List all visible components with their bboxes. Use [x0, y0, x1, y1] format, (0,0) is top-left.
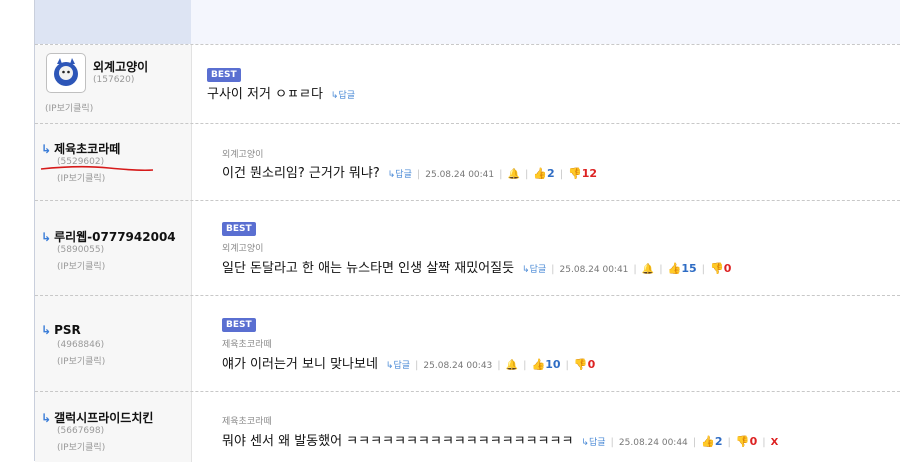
comment-row: ↳ 제육초코라떼 (5529602) (IP보기클릭) 외계고양이 이건 뭔소리임… — [35, 123, 900, 201]
comment-row: 외계고양이 (157620) (IP보기클릭) BEST 구사이 저거 ㅇㅍㄹ다… — [35, 44, 900, 124]
comment-date: 25.08.24 00:41 — [559, 265, 629, 275]
report-bell-icon[interactable]: 🔔 — [506, 360, 518, 371]
reply-arrow-icon: ↳ — [41, 323, 52, 337]
upvote-button[interactable]: 👍15 — [668, 262, 697, 275]
reply-button[interactable]: ↳답글 — [522, 262, 546, 275]
reply-target-nickname: 제육초코라떼 — [222, 417, 272, 427]
report-bell-icon[interactable]: 🔔 — [642, 264, 654, 275]
reply-button[interactable]: ↳답글 — [386, 358, 410, 371]
ip-view-link[interactable]: (IP보기클릭) — [57, 171, 105, 184]
downvote-button[interactable]: 👎12 — [568, 167, 597, 180]
upvote-button[interactable]: 👍10 — [532, 358, 561, 371]
author-id: (5667698) — [57, 426, 105, 436]
reply-target-nickname: 외계고양이 — [222, 244, 264, 254]
downvote-button[interactable]: 👎0 — [574, 358, 595, 371]
comment-row: ↳ PSR (4968846) (IP보기클릭) BEST 제육초코라떼 얘가 이… — [35, 295, 900, 392]
comment-text: 얘가 이러는거 보니 맞나보네 — [222, 357, 378, 372]
author-nickname[interactable]: ↳ PSR — [41, 323, 81, 337]
author-id: (5890055) — [57, 245, 105, 255]
downvote-button[interactable]: 👎0 — [710, 262, 731, 275]
reply-button[interactable]: ↳답글 — [331, 88, 355, 101]
avatar[interactable] — [46, 53, 86, 93]
best-badge: BEST — [222, 222, 256, 236]
reply-target-nickname: 외계고양이 — [222, 150, 264, 160]
ip-view-link[interactable]: (IP보기클릭) — [57, 354, 105, 367]
comment-text: 일단 돈달라고 한 애는 뉴스타면 인생 살짝 재밌어질듯 — [222, 261, 515, 276]
reply-button[interactable]: ↳답글 — [388, 167, 412, 180]
upvote-button[interactable]: 👍2 — [533, 167, 554, 180]
delete-button[interactable]: X — [771, 437, 779, 448]
comment-date: 25.08.24 00:44 — [618, 438, 688, 448]
best-badge: BEST — [207, 68, 241, 82]
best-badge: BEST — [222, 318, 256, 332]
upvote-button[interactable]: 👍2 — [701, 435, 722, 448]
reply-arrow-icon: ↳ — [41, 230, 52, 244]
ip-view-link[interactable]: (IP보기클릭) — [45, 101, 93, 114]
report-bell-icon[interactable]: 🔔 — [508, 169, 520, 180]
reply-arrow-icon: ↳ — [41, 411, 52, 425]
reply-target-nickname: 제육초코라떼 — [222, 340, 272, 350]
reply-arrow-icon: ↳ — [41, 142, 52, 156]
ip-view-link[interactable]: (IP보기클릭) — [57, 440, 105, 453]
downvote-button[interactable]: 👎0 — [736, 435, 757, 448]
author-nickname[interactable]: 외계고양이 — [93, 58, 148, 75]
comment-text: 이건 뭔소리임? 근거가 뭐냐? — [222, 166, 380, 181]
comment-date: 25.08.24 00:41 — [425, 170, 495, 180]
comment-row: ↳ 루리웹-0777942004 (5890055) (IP보기클릭) BEST … — [35, 200, 900, 296]
author-id: (4968846) — [57, 340, 105, 350]
author-id: (157620) — [93, 75, 135, 85]
ip-view-link[interactable]: (IP보기클릭) — [57, 259, 105, 272]
author-nickname[interactable]: ↳ 갤럭시프라이드치킨 — [41, 409, 153, 426]
comment-text: 뭐야 센서 왜 발동했어 ㅋㅋㅋㅋㅋㅋㅋㅋㅋㅋㅋㅋㅋㅋㅋㅋㅋㅋㅋ — [222, 434, 574, 449]
comment-date: 25.08.24 00:43 — [423, 361, 493, 371]
author-nickname[interactable]: ↳ 제육초코라떼 — [41, 140, 120, 157]
comment-row: ↳ 갤럭시프라이드치킨 (5667698) (IP보기클릭) 제육초코라떼 뭐야 … — [35, 391, 900, 462]
top-strip — [0, 0, 900, 44]
author-nickname[interactable]: ↳ 루리웹-0777942004 — [41, 228, 176, 245]
comment-text: 구사이 저거 ㅇㅍㄹ다 — [207, 87, 323, 102]
reply-button[interactable]: ↳답글 — [581, 435, 605, 448]
